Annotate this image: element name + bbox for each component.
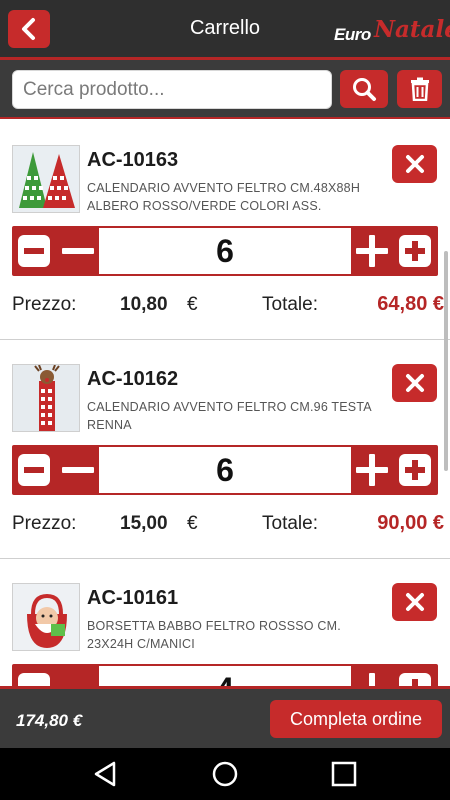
price-row: Prezzo: 10,80 € Totale: 64,80 € (12, 293, 444, 320)
minus-icon (18, 454, 94, 486)
plus-icon (356, 235, 431, 267)
square-recent-icon (331, 761, 357, 787)
total-label: Totale: (262, 513, 318, 534)
quantity-stepper: 4 (12, 664, 438, 686)
unit-price: 15,00 (120, 513, 168, 534)
line-total: 90,00 € (377, 512, 444, 534)
product-image (12, 364, 80, 432)
close-icon (405, 593, 424, 611)
product-code: AC-10163 (87, 149, 179, 171)
price-label: Prezzo: (12, 294, 77, 315)
logo-natale-text: Natale (374, 16, 450, 43)
increment-button[interactable] (351, 664, 438, 686)
euronatale-logo: Euro Natale (334, 14, 450, 48)
system-navigation-bar (0, 748, 450, 800)
quantity-value[interactable]: 4 (99, 666, 351, 686)
total-label: Totale: (262, 294, 318, 315)
clear-cart-button[interactable] (397, 70, 442, 108)
close-icon (405, 374, 424, 392)
product-description: BORSETTA BABBO FELTRO ROSSSO CM. 23X24H … (87, 619, 341, 651)
decrement-button[interactable] (12, 664, 99, 686)
price-row: Prezzo: 15,00 € Totale: 90,00 € (12, 512, 444, 539)
complete-order-button[interactable]: Completa ordine (270, 700, 442, 738)
currency-symbol: € (187, 294, 198, 315)
list-scrollbar[interactable] (444, 251, 448, 471)
quantity-stepper: 6 (12, 226, 438, 276)
decrement-button[interactable] (12, 226, 99, 276)
minus-icon (18, 235, 94, 267)
search-bar (0, 60, 450, 119)
nav-home-button[interactable] (205, 758, 245, 790)
quantity-value[interactable]: 6 (99, 228, 351, 274)
remove-item-button[interactable] (392, 364, 437, 402)
minus-icon (18, 673, 50, 686)
unit-price: 10,80 (120, 294, 168, 315)
product-code: AC-10162 (87, 368, 179, 390)
product-image (12, 583, 80, 651)
line-total: 64,80 € (377, 293, 444, 315)
product-image (12, 145, 80, 213)
remove-item-button[interactable] (392, 583, 437, 621)
remove-item-button[interactable] (392, 145, 437, 183)
cart-footer: 174,80 € Completa ordine (0, 686, 450, 748)
cart-list[interactable]: AC-10163 CALENDARIO AVVENTO FELTRO CM.48… (0, 121, 450, 686)
nav-recent-button[interactable] (324, 758, 364, 790)
cart-item: AC-10161 BORSETTA BABBO FELTRO ROSSSO CM… (0, 559, 450, 686)
search-input[interactable] (12, 70, 332, 109)
plus-icon (356, 454, 431, 486)
quantity-stepper: 6 (12, 445, 438, 495)
quantity-value[interactable]: 6 (99, 447, 351, 493)
logo-euro-text: Euro (334, 25, 371, 44)
cart-item: AC-10163 CALENDARIO AVVENTO FELTRO CM.48… (0, 121, 450, 340)
product-description: CALENDARIO AVVENTO FELTRO CM.96 TESTA RE… (87, 400, 372, 432)
close-icon (405, 155, 424, 173)
triangle-back-icon (94, 761, 116, 787)
circle-home-icon (212, 761, 238, 787)
currency-symbol: € (187, 513, 198, 534)
plus-icon (369, 673, 431, 686)
search-icon (353, 78, 376, 101)
decrement-button[interactable] (12, 445, 99, 495)
price-label: Prezzo: (12, 513, 77, 534)
app-header: Carrello Euro Natale (0, 0, 450, 60)
trash-icon (410, 77, 429, 101)
increment-button[interactable] (351, 226, 438, 276)
product-description: CALENDARIO AVVENTO FELTRO CM.48X88H ALBE… (87, 181, 361, 213)
cart-item: AC-10162 CALENDARIO AVVENTO FELTRO CM.96… (0, 340, 450, 559)
search-button[interactable] (340, 70, 388, 108)
nav-back-button[interactable] (86, 758, 126, 790)
cart-total: 174,80 € (16, 711, 83, 730)
increment-button[interactable] (351, 445, 438, 495)
product-code: AC-10161 (87, 587, 179, 609)
